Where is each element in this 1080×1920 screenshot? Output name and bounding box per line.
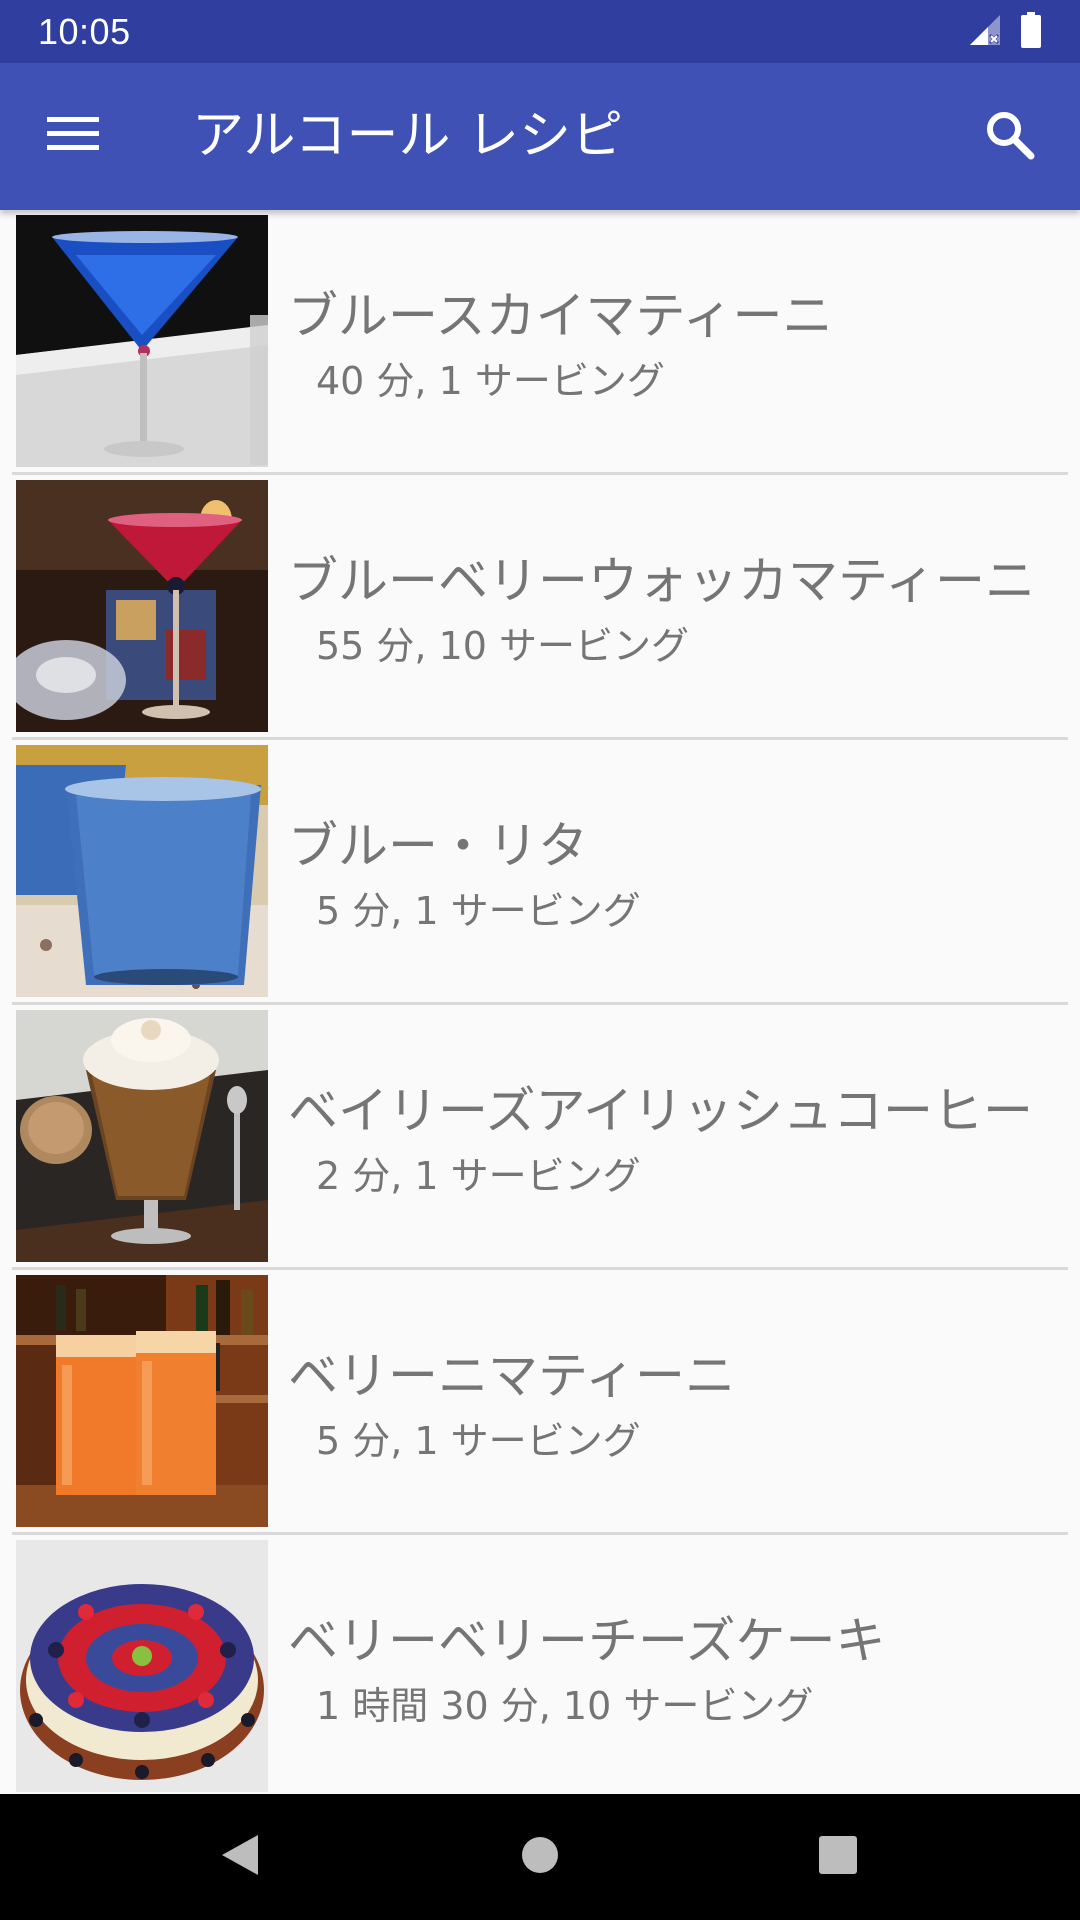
recents-icon xyxy=(818,1835,858,1879)
list-item[interactable]: ベリーベリーチーズケーキ 1 時間 30 分, 10 サービング xyxy=(0,1535,1080,1794)
recipe-name: ベリーベリーチーズケーキ xyxy=(288,1611,886,1670)
recipe-meta: 1 時間 30 分, 10 サービング xyxy=(316,1683,814,1728)
recipe-meta: 55 分, 10 サービング xyxy=(316,623,690,668)
recipe-meta: 5 分, 1 サービング xyxy=(316,888,641,933)
recipe-thumbnail xyxy=(16,215,268,467)
recipe-thumbnail xyxy=(16,1275,268,1527)
recipe-name: ブルーベリーウォッカマティーニ xyxy=(288,551,1035,610)
recipe-name: ブルースカイマティーニ xyxy=(288,286,833,345)
status-time: 10:05 xyxy=(38,11,131,52)
navigation-bar xyxy=(0,1794,1080,1920)
recipe-name: ベイリーズアイリッシュコーヒー xyxy=(288,1081,1033,1140)
recipe-text: ベイリーズアイリッシュコーヒー 2 分, 1 サービング xyxy=(288,1005,1060,1270)
recipe-list[interactable]: ブルースカイマティーニ 40 分, 1 サービング ブルーベリーウォッカマティー… xyxy=(0,210,1080,1794)
recipe-thumbnail xyxy=(16,1540,268,1792)
recipe-name: ベリーニマティーニ xyxy=(288,1346,735,1405)
app-bar: アルコール レシピ xyxy=(0,63,1080,210)
search-button[interactable] xyxy=(970,97,1050,177)
list-item[interactable]: ベリーニマティーニ 5 分, 1 サービング xyxy=(0,1270,1080,1535)
status-icons xyxy=(968,12,1042,52)
back-button[interactable] xyxy=(210,1827,270,1887)
recents-button[interactable] xyxy=(808,1827,868,1887)
recipe-name: ブルー・リタ xyxy=(288,816,588,875)
recipe-text: ブルー・リタ 5 分, 1 サービング xyxy=(288,740,1060,1005)
recipe-text: ブルーベリーウォッカマティーニ 55 分, 10 サービング xyxy=(288,475,1060,740)
back-icon xyxy=(218,1831,262,1883)
menu-icon xyxy=(47,114,99,158)
page-title: アルコール レシピ xyxy=(192,106,623,166)
list-item[interactable]: ブルースカイマティーニ 40 分, 1 サービング xyxy=(0,210,1080,475)
recipe-thumbnail xyxy=(16,1010,268,1262)
list-item[interactable]: ベイリーズアイリッシュコーヒー 2 分, 1 サービング xyxy=(0,1005,1080,1270)
recipe-text: ベリーニマティーニ 5 分, 1 サービング xyxy=(288,1270,1060,1535)
home-button[interactable] xyxy=(510,1827,570,1887)
recipe-text: ベリーベリーチーズケーキ 1 時間 30 分, 10 サービング xyxy=(288,1535,1060,1794)
recipe-meta: 5 分, 1 サービング xyxy=(316,1418,641,1463)
recipe-meta: 40 分, 1 サービング xyxy=(316,358,665,403)
status-bar: 10:05 xyxy=(0,0,1080,63)
menu-button[interactable] xyxy=(36,99,110,173)
recipe-meta: 2 分, 1 サービング xyxy=(316,1153,641,1198)
list-item[interactable]: ブルーベリーウォッカマティーニ 55 分, 10 サービング xyxy=(0,475,1080,740)
recipe-thumbnail xyxy=(16,480,268,732)
search-icon xyxy=(984,109,1036,165)
home-icon xyxy=(520,1835,560,1879)
signal-icon xyxy=(968,13,1002,51)
recipe-text: ブルースカイマティーニ 40 分, 1 サービング xyxy=(288,210,1060,475)
list-item[interactable]: ブルー・リタ 5 分, 1 サービング xyxy=(0,740,1080,1005)
recipe-thumbnail xyxy=(16,745,268,997)
battery-icon xyxy=(1020,12,1042,52)
